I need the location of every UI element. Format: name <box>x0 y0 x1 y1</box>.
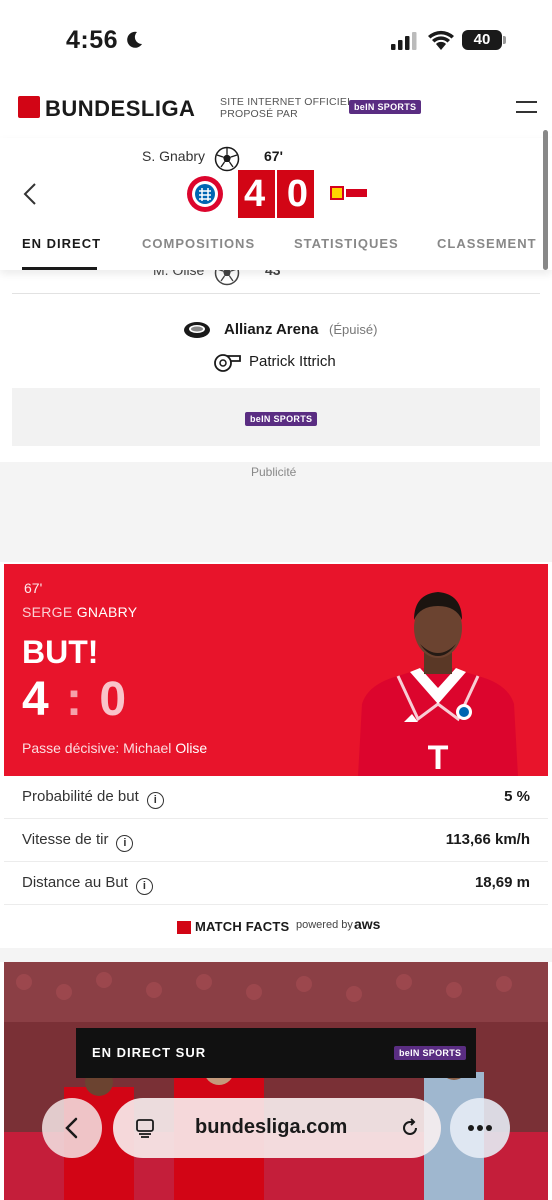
bein-sports-logo: beIN SPORTS <box>245 412 318 426</box>
more-icon <box>468 1125 492 1131</box>
score-display: 4 0 <box>238 170 314 218</box>
player-photo: T <box>358 592 518 776</box>
score-divider <box>275 170 277 218</box>
status-bar: 4:56 40 <box>0 0 552 80</box>
stat-label-text: Probabilité de but <box>22 788 139 805</box>
official-line-2: PROPOSÉ PAR <box>220 108 298 120</box>
site-header: BUNDESLIGA SITE INTERNET OFFICIEL PROPOS… <box>0 80 552 138</box>
battery-indicator: 40 <box>462 30 502 50</box>
match-facts-bar: MATCH FACTS powered by aws <box>4 906 548 948</box>
match-header: S. Gnabry 67' 4 0 EN DIRECT COMPOSITIONS… <box>0 138 552 270</box>
goal-score-home: 4 <box>22 673 51 726</box>
tab-classement[interactable]: CLASSEMENT <box>437 236 537 251</box>
goal-card[interactable]: 67' SERGE GNABRY BUT! 4 : 0 Passe décisi… <box>4 564 548 776</box>
goal-assist: Passe décisive: Michael Olise <box>22 740 207 756</box>
stat-label: Vitesse de tir i <box>22 831 134 852</box>
tab-compositions[interactable]: COMPOSITIONS <box>142 236 255 251</box>
referee-name: Patrick Ittrich <box>249 353 336 370</box>
stat-label: Probabilité de but i <box>22 788 164 809</box>
bundesliga-logo-icon[interactable] <box>18 96 40 118</box>
address-bar[interactable]: bundesliga.com <box>113 1098 441 1158</box>
football-icon <box>214 146 240 172</box>
score-away: 0 <box>286 172 309 215</box>
powered-by-text: powered by <box>296 919 353 931</box>
info-icon[interactable]: i <box>116 835 134 852</box>
fc-bayern-logo[interactable] <box>186 175 224 213</box>
official-site-text: SITE INTERNET OFFICIEL PROPOSÉ PAR <box>220 96 353 120</box>
goal-score-away: 0 <box>99 673 129 726</box>
info-icon[interactable]: i <box>135 878 153 895</box>
section-gap <box>0 948 552 962</box>
match-facts-title: MATCH FACTS <box>195 919 290 934</box>
back-chevron-icon[interactable] <box>22 182 38 206</box>
goal-label: BUT! <box>22 634 99 670</box>
tab-statistiques[interactable]: STATISTIQUES <box>294 236 399 251</box>
info-icon[interactable]: i <box>146 792 164 809</box>
brand-name[interactable]: BUNDESLIGA <box>45 96 195 122</box>
stat-value: 113,66 km/h <box>445 831 530 848</box>
cellular-signal-icon <box>391 32 417 50</box>
divider <box>12 293 540 294</box>
menu-icon[interactable] <box>516 101 537 115</box>
scorer-name: S. Gnabry <box>142 148 206 164</box>
aws-logo: aws <box>354 916 381 932</box>
stadium-note: (Épuisé) <box>329 322 378 337</box>
reload-icon[interactable] <box>399 1117 421 1139</box>
ad-label: Publicité <box>251 465 297 479</box>
stat-label-text: Vitesse de tir <box>22 831 109 848</box>
match-tabs: EN DIRECT COMPOSITIONS STATISTIQUES CLAS… <box>0 234 552 270</box>
match-photo-card[interactable]: EN DIRECT SUR beIN SPORTS <box>4 962 548 1200</box>
goal-score: 4 : 0 <box>22 673 129 726</box>
assist-label: Passe décisive: <box>22 740 120 756</box>
assist-first: Michael <box>123 740 172 756</box>
stadium-icon <box>184 322 210 338</box>
goal-scorer: SERGE GNABRY <box>22 604 137 620</box>
goal-scorer-last: GNABRY <box>76 604 138 620</box>
browser-toolbar: bundesliga.com <box>0 1090 552 1164</box>
battery-cap <box>503 36 506 44</box>
browser-back-button[interactable] <box>42 1098 102 1158</box>
stadium-crowd-photo <box>4 962 548 1200</box>
stadium-name: Allianz Arena <box>224 321 319 338</box>
tab-en-direct[interactable]: EN DIRECT <box>22 236 101 251</box>
stat-value: 18,69 m <box>474 874 530 891</box>
status-time: 4:56 <box>66 26 119 54</box>
assist-last: Olise <box>175 740 208 756</box>
stat-row-shot-speed: Vitesse de tir i 113,66 km/h <box>4 819 548 862</box>
url-text: bundesliga.com <box>195 1116 348 1138</box>
official-line-1: SITE INTERNET OFFICIEL <box>220 96 354 108</box>
stat-row-distance: Distance au But i 18,69 m <box>4 862 548 905</box>
union-berlin-logo[interactable] <box>328 182 368 204</box>
more-button[interactable] <box>450 1098 510 1158</box>
bundesliga-logo-icon <box>177 921 191 934</box>
stat-label-text: Distance au But <box>22 874 128 891</box>
moon-icon <box>127 31 142 48</box>
goal-scorer-first: SERGE <box>22 604 73 620</box>
live-on-text: EN DIRECT SUR <box>92 1045 207 1060</box>
stat-label: Distance au But i <box>22 874 153 895</box>
stat-value: 5 % <box>504 788 530 805</box>
bein-sports-logo: beIN SPORTS <box>394 1046 467 1060</box>
ad-banner[interactable]: beIN SPORTS <box>12 388 540 446</box>
back-chevron-icon <box>65 1117 78 1139</box>
scorer-minute: 67' <box>264 148 283 164</box>
tabs-icon[interactable] <box>135 1118 155 1138</box>
stat-row-probability: Probabilité de but i 5 % <box>4 776 548 819</box>
active-tab-indicator <box>22 267 97 270</box>
live-on-banner[interactable]: EN DIRECT SUR beIN SPORTS <box>76 1028 476 1078</box>
goal-minute: 67' <box>24 580 43 596</box>
wifi-icon <box>428 30 454 50</box>
whistle-icon <box>214 354 241 372</box>
svg-text:T: T <box>428 739 449 776</box>
score-home: 4 <box>243 172 266 215</box>
bein-sports-logo[interactable]: beIN SPORTS <box>349 100 422 114</box>
scrollbar[interactable] <box>543 130 548 270</box>
